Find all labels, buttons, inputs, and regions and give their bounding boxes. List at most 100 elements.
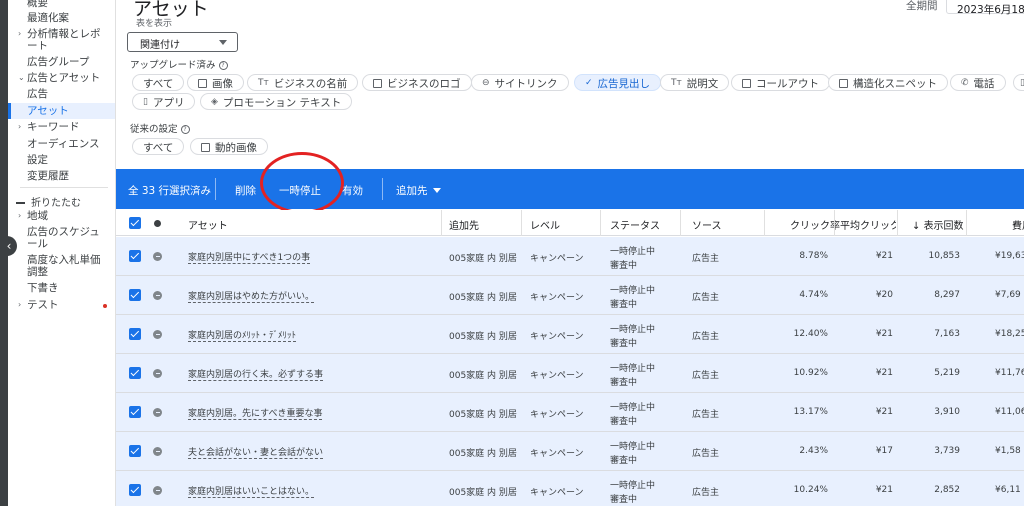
row-checkbox[interactable] bbox=[129, 406, 141, 418]
added-to-cell[interactable]: 005家庭 内 別居 bbox=[449, 368, 517, 381]
sidebar-collapse-toggle[interactable]: 折りたたむ bbox=[16, 194, 81, 209]
chip-more[interactable]: ▯ bbox=[1013, 74, 1024, 91]
sidebar-item-recommendations[interactable]: 最適化案 bbox=[8, 12, 115, 24]
delete-button[interactable]: 削除 bbox=[235, 183, 256, 198]
status-cell-secondary: 審査中 bbox=[610, 261, 638, 271]
sidebar-item-change-history[interactable]: 変更履歴 bbox=[8, 170, 115, 182]
added-to-cell[interactable]: 005家庭 内 別居 bbox=[449, 251, 517, 264]
sidebar-item-experiments[interactable]: › テスト bbox=[8, 299, 115, 311]
avg-cpc-cell: ¥21 bbox=[875, 251, 893, 261]
paused-status-icon[interactable] bbox=[153, 252, 162, 261]
sidebar-item-insights-reports[interactable]: › 分析情報とレポート bbox=[8, 28, 108, 52]
asset-text[interactable]: 夫と会話がない・妻と会話がない bbox=[188, 445, 324, 459]
row-checkbox[interactable] bbox=[129, 250, 141, 262]
added-to-cell[interactable]: 005家庭 内 別居 bbox=[449, 485, 517, 498]
added-to-cell[interactable]: 005家庭 内 別居 bbox=[449, 407, 517, 420]
table-row[interactable]: 家庭内別居はやめた方がいい。 005家庭 内 別居 キャンペーン 一時停止中 審査中 広告… bbox=[116, 276, 1024, 315]
chip-image[interactable]: 画像 bbox=[187, 74, 244, 91]
chip-headline[interactable]: ✓ 広告見出し bbox=[574, 74, 662, 91]
added-to-cell[interactable]: 005家庭 内 別居 bbox=[449, 446, 517, 459]
status-cell-secondary: 審査中 bbox=[610, 417, 638, 427]
chip-sitelink[interactable]: ⊖ サイトリンク bbox=[471, 74, 569, 91]
chip-app[interactable]: ▯ アプリ bbox=[132, 93, 196, 110]
chip-label: ビジネスの名前 bbox=[273, 77, 348, 90]
table-row[interactable]: 家庭内別居はいいことはない。 005家庭 内 別居 キャンペーン 一時停止中 審査中 広告… bbox=[116, 471, 1024, 506]
sidebar-item-keywords[interactable]: › キーワード bbox=[8, 121, 115, 133]
sidebar-item-ad-groups[interactable]: 広告グループ bbox=[8, 56, 115, 68]
chip-label: 電話 bbox=[973, 77, 995, 90]
sidebar-item-audiences[interactable]: オーディエンス bbox=[8, 138, 115, 150]
row-checkbox[interactable] bbox=[129, 367, 141, 379]
help-icon[interactable]: ? bbox=[218, 61, 228, 70]
view-select[interactable]: 関連付け bbox=[127, 32, 238, 52]
asset-text[interactable]: 家庭内別居のﾒﾘｯﾄ・ﾃﾞﾒﾘｯﾄ bbox=[188, 328, 297, 342]
column-header-status[interactable]: ステータス bbox=[610, 217, 660, 232]
column-header-ctr[interactable]: クリック率 bbox=[790, 217, 840, 232]
row-checkbox[interactable] bbox=[129, 328, 141, 340]
sidebar-item-drafts[interactable]: 下書き bbox=[8, 282, 115, 294]
row-checkbox[interactable] bbox=[129, 289, 141, 301]
sidebar-item-assets[interactable]: アセット bbox=[8, 103, 115, 119]
asset-text[interactable]: 家庭内別居はいいことはない。 bbox=[188, 484, 315, 498]
paused-status-icon[interactable] bbox=[153, 408, 162, 417]
source-cell: 広告主 bbox=[692, 332, 720, 342]
column-header-asset[interactable]: アセット bbox=[188, 217, 228, 232]
asset-text[interactable]: 家庭内別居中にすべき1つの事 bbox=[188, 250, 311, 264]
chip-promotion-text[interactable]: ◈ プロモーション テキスト bbox=[200, 93, 353, 110]
date-range-picker[interactable]: 2023年6月18日 bbox=[946, 0, 1024, 16]
ctr-cell: 4.74% bbox=[799, 290, 828, 300]
phone-icon: ✆ bbox=[961, 78, 969, 88]
table-row[interactable]: 夫と会話がない・妻と会話がない 005家庭 内 別居 キャンペーン 一時停止中 審査中 広… bbox=[116, 432, 1024, 471]
chip-structured-snippet[interactable]: 構造化スニペット bbox=[828, 74, 948, 91]
table-row[interactable]: 家庭内別居の行く末。必ずする事 005家庭 内 別居 キャンペーン 一時停止中 審査中 広… bbox=[116, 354, 1024, 393]
chip-description[interactable]: Tт 説明文 bbox=[660, 74, 730, 91]
chip-phone[interactable]: ✆ 電話 bbox=[950, 74, 1006, 91]
table-row[interactable]: 家庭内別居のﾒﾘｯﾄ・ﾃﾞﾒﾘｯﾄ 005家庭 内 別居 キャンペーン 一時停止中 審査… bbox=[116, 315, 1024, 354]
paused-status-icon[interactable] bbox=[153, 369, 162, 378]
sidebar-item-overview[interactable]: 概要 bbox=[8, 0, 115, 9]
column-divider bbox=[834, 210, 835, 236]
paused-status-icon[interactable] bbox=[153, 447, 162, 456]
cost-cell: ¥11,76 bbox=[995, 368, 1024, 378]
row-checkbox[interactable] bbox=[129, 484, 141, 496]
chip-business-logo[interactable]: ビジネスのロゴ bbox=[362, 74, 472, 91]
sidebar-item-ad-schedule[interactable]: 広告のスケジュール bbox=[8, 226, 108, 250]
sidebar-item-locations[interactable]: › 地域 bbox=[8, 210, 115, 222]
column-header-level[interactable]: レベル bbox=[530, 217, 560, 232]
column-header-added-to[interactable]: 追加先 bbox=[449, 217, 479, 232]
column-header-cost[interactable]: 費用 bbox=[1012, 217, 1024, 232]
chip-all[interactable]: すべて bbox=[132, 74, 185, 91]
chip-callout[interactable]: コールアウト bbox=[731, 74, 830, 91]
pause-button[interactable]: 一時停止 bbox=[279, 183, 321, 198]
sidebar-item-ads-assets[interactable]: ⌄ 広告とアセット bbox=[8, 72, 115, 84]
row-checkbox[interactable] bbox=[129, 445, 141, 457]
asset-text[interactable]: 家庭内別居はやめた方がいい。 bbox=[188, 289, 315, 303]
added-to-cell[interactable]: 005家庭 内 別居 bbox=[449, 329, 517, 342]
chip-business-name[interactable]: Tт ビジネスの名前 bbox=[247, 74, 359, 91]
asset-text[interactable]: 家庭内別居の行く末。必ずする事 bbox=[188, 367, 324, 381]
asset-text[interactable]: 家庭内別居。先にすべき重要な事 bbox=[188, 406, 323, 420]
column-header-source[interactable]: ソース bbox=[692, 217, 722, 232]
sidebar-item-settings[interactable]: 設定 bbox=[8, 154, 115, 166]
added-to-cell[interactable]: 005家庭 内 別居 bbox=[449, 290, 517, 303]
sidebar-item-advanced-bid-adjustments[interactable]: 高度な入札単価調整 bbox=[8, 254, 108, 278]
help-icon[interactable]: ? bbox=[180, 125, 190, 134]
ctr-cell: 10.24% bbox=[793, 485, 828, 495]
chip-label: すべて bbox=[143, 77, 174, 90]
chip-legacy-all[interactable]: すべて bbox=[132, 138, 185, 155]
column-header-avg-cpc[interactable]: 平均クリック単 bbox=[840, 217, 896, 232]
select-all-checkbox[interactable] bbox=[129, 217, 141, 229]
add-to-button[interactable]: 追加先 bbox=[396, 183, 441, 198]
paused-status-icon[interactable] bbox=[153, 291, 162, 300]
link-icon: ⊖ bbox=[482, 78, 490, 88]
table-row[interactable]: 家庭内別居中にすべき1つの事 005家庭 内 別居 キャンペーン 一時停止中 審査中 広告… bbox=[116, 237, 1024, 276]
enable-button[interactable]: 有効 bbox=[342, 183, 363, 198]
status-cell-primary: 一時停止中 bbox=[610, 247, 656, 257]
table-row[interactable]: 家庭内別居。先にすべき重要な事 005家庭 内 別居 キャンペーン 一時停止中 審査中 広… bbox=[116, 393, 1024, 432]
paused-status-icon[interactable] bbox=[153, 330, 162, 339]
column-header-impressions[interactable]: ↓ 表示回数 bbox=[912, 217, 964, 232]
sidebar-divider bbox=[20, 187, 108, 188]
sidebar-item-ads[interactable]: 広告 bbox=[8, 88, 115, 100]
paused-status-icon[interactable] bbox=[153, 486, 162, 495]
chip-dynamic-image[interactable]: 動的画像 bbox=[190, 138, 268, 155]
